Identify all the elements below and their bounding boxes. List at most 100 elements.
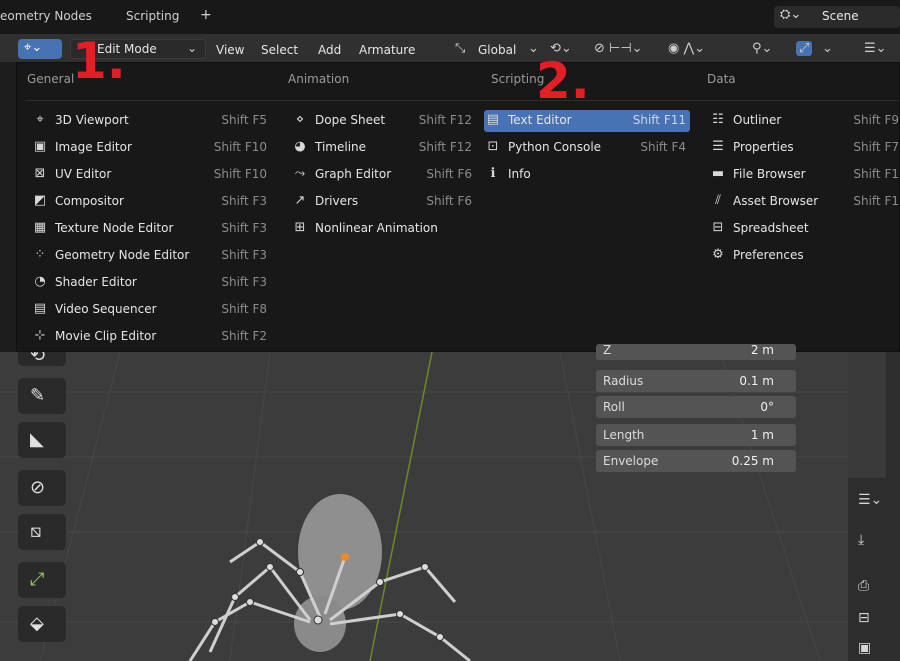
tool-extrude[interactable]: ⤢ (18, 562, 66, 598)
proportional-edit-icon[interactable]: ◉ ⋀⌄ (668, 41, 705, 56)
compositor-icon: ◩ (33, 193, 47, 208)
menu-item-shortcut: Shift F5 (221, 113, 267, 127)
menu-item-info[interactable]: ℹ Info (484, 164, 686, 186)
heading-animation: Animation (288, 72, 350, 86)
field-value: 0.25 m (731, 454, 774, 468)
view-layer-icon[interactable]: ▣ (858, 640, 871, 656)
properties-icon[interactable]: ☰⌄ (858, 492, 882, 508)
field-envelope[interactable]: Envelope 0.25 m (596, 450, 796, 472)
extrude-icon: ⤢ (30, 569, 45, 590)
overlay-icon[interactable]: ☰⌄ (864, 41, 887, 56)
menu-item-movie-clip-editor[interactable]: ⊹ Movie Clip Editor Shift F2 (31, 326, 267, 348)
gizmo-icon[interactable]: ⤢ (796, 41, 813, 56)
field-z[interactable]: Z 2 m (596, 343, 796, 360)
menu-item-shortcut: Shift F4 (640, 140, 686, 154)
tool-roll[interactable]: ⊘ (18, 470, 66, 506)
field-value: 1 m (750, 428, 774, 442)
menu-item-shortcut: Shift F6 (426, 194, 472, 208)
menu-item-shortcut: Shift F2 (221, 329, 267, 343)
transform-icon: ⟲ (30, 352, 46, 366)
menu-select[interactable]: Select (261, 43, 298, 57)
menu-item-shortcut: Shift F1 (853, 167, 899, 181)
field-roll[interactable]: Roll 0° (596, 396, 796, 418)
menu-item-spreadsheet[interactable]: ⊟ Spreadsheet (709, 218, 899, 240)
texture-node-icon: ▦ (33, 220, 47, 235)
menu-item-label: File Browser (733, 167, 806, 181)
menu-item-label: Outliner (733, 113, 782, 127)
snap-icon[interactable]: ⊘ ⊢⊣⌄ (594, 41, 643, 56)
menu-item-dope-sheet[interactable]: ⋄ Dope Sheet Shift F12 (291, 110, 472, 132)
heading-general: General (27, 72, 75, 86)
add-workspace-button[interactable]: + (200, 7, 212, 23)
menu-item-shortcut: Shift F3 (221, 248, 267, 262)
output-icon[interactable]: ⊟ (858, 610, 870, 626)
menu-item-shortcut: Shift F12 (418, 140, 472, 154)
3d-viewport-icon: ⌖⌄ (24, 40, 43, 55)
menu-item-compositor[interactable]: ◩ Compositor Shift F3 (31, 191, 267, 213)
field-length[interactable]: Length 1 m (596, 424, 796, 446)
chevron-down-icon[interactable]: ⌄ (822, 41, 833, 56)
tool-envelope[interactable]: ⬙ (18, 606, 66, 642)
menu-item-asset-browser[interactable]: ⫽ Asset Browser Shift F1 (709, 191, 899, 213)
spreadsheet-icon: ⊟ (712, 220, 724, 235)
menu-item-label: Asset Browser (733, 194, 819, 208)
tool-bone-size[interactable]: ⧅ (18, 514, 66, 550)
menu-item-file-browser[interactable]: ▬ File Browser Shift F1 (709, 164, 899, 186)
tool-settings-icon[interactable]: ⤓ (858, 532, 864, 548)
scene-selector[interactable]: ⛭⌄ Scene (774, 6, 900, 28)
menu-item-graph-editor[interactable]: ⤳ Graph Editor Shift F6 (291, 164, 472, 186)
tool-annotate[interactable]: ✎ (18, 378, 66, 414)
menu-item-label: Image Editor (55, 140, 132, 154)
active-bone-joint (341, 553, 349, 561)
editor-type-menu: General Animation Scripting Data ⌖ 3D Vi… (16, 62, 900, 352)
menu-item-shortcut: Shift F9 (853, 113, 899, 127)
menu-item-properties[interactable]: ☰ Properties Shift F7 (709, 137, 899, 159)
menu-item-texture-node-editor[interactable]: ▦ Texture Node Editor Shift F3 (31, 218, 267, 240)
menu-item-shortcut: Shift F6 (426, 167, 472, 181)
tool-transform[interactable]: ⟲ (18, 352, 66, 366)
tab-scripting[interactable]: Scripting (126, 9, 179, 23)
menu-add[interactable]: Add (318, 43, 341, 57)
menu-armature[interactable]: Armature (359, 43, 415, 57)
scene-label: Scene (822, 9, 859, 23)
render-icon[interactable]: ⎙ (858, 578, 869, 594)
menu-item-shortcut: Shift F11 (632, 113, 686, 127)
menu-view[interactable]: View (216, 43, 244, 57)
menu-item-shader-editor[interactable]: ◔ Shader Editor Shift F3 (31, 272, 267, 294)
outliner-icon: ☷ (712, 112, 724, 127)
field-label: Length (603, 428, 645, 442)
drivers-icon: ↗ (294, 193, 306, 208)
editor-type-button[interactable]: ⌖⌄ (18, 39, 62, 59)
shader-editor-icon: ◔ (34, 274, 46, 289)
menu-item-text-editor[interactable]: ▤ Text Editor Shift F11 (484, 110, 690, 132)
tool-measure[interactable]: ◣ (18, 422, 66, 458)
menu-item-uv-editor[interactable]: ⊠ UV Editor Shift F10 (31, 164, 267, 186)
visibility-icon[interactable]: ⚲⌄ (752, 41, 772, 56)
asset-browser-icon: ⫽ (715, 193, 721, 208)
transform-orientation-icon[interactable]: ⤡ (455, 41, 465, 56)
transform-orientation-dropdown[interactable]: Global (478, 43, 516, 57)
menu-item-shortcut: Shift F7 (853, 140, 899, 154)
menu-item-shortcut: Shift F12 (418, 113, 472, 127)
menu-item-python-console[interactable]: ⊡ Python Console Shift F4 (484, 137, 686, 159)
menu-item-label: Compositor (55, 194, 124, 208)
menu-item-image-editor[interactable]: ▣ Image Editor Shift F10 (31, 137, 267, 159)
chevron-down-icon: ⌄ (186, 41, 197, 55)
menu-item-preferences[interactable]: ⚙ Preferences (709, 245, 899, 267)
annotation-step-2: 2. (536, 52, 590, 110)
field-value: 0° (760, 400, 774, 414)
field-radius[interactable]: Radius 0.1 m (596, 370, 796, 392)
menu-item-timeline[interactable]: ◕ Timeline Shift F12 (291, 137, 472, 159)
field-label: Radius (603, 374, 644, 388)
menu-item-video-sequencer[interactable]: ▤ Video Sequencer Shift F8 (31, 299, 267, 321)
envelope-icon: ⬙ (30, 613, 44, 634)
menu-item-nonlinear-animation[interactable]: ⊞ Nonlinear Animation (291, 218, 472, 240)
menu-item-label: 3D Viewport (55, 113, 129, 127)
menu-item-3d-viewport[interactable]: ⌖ 3D Viewport Shift F5 (31, 110, 267, 132)
tab-geometry-nodes[interactable]: eometry Nodes (0, 9, 92, 23)
info-icon: ℹ (490, 166, 496, 181)
menu-item-shortcut: Shift F8 (221, 302, 267, 316)
menu-item-geometry-node-editor[interactable]: ⁘ Geometry Node Editor Shift F3 (31, 245, 267, 267)
menu-item-drivers[interactable]: ↗ Drivers Shift F6 (291, 191, 472, 213)
menu-item-outliner[interactable]: ☷ Outliner Shift F9 (709, 110, 899, 132)
